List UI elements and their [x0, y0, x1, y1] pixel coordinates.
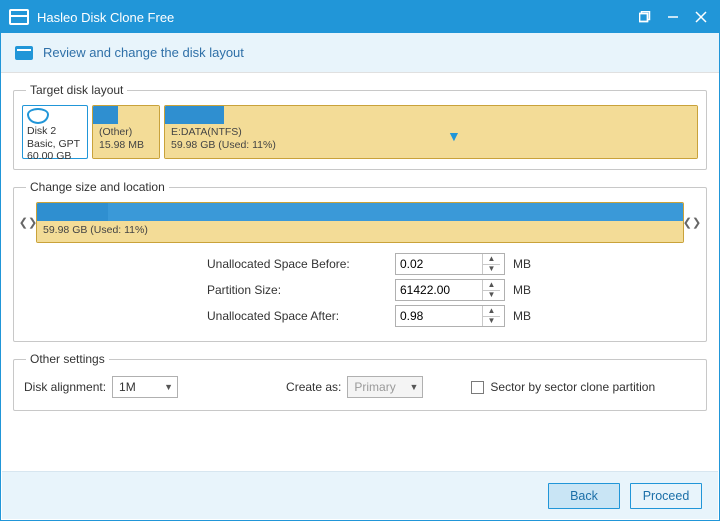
- checkbox-sector-clone[interactable]: Sector by sector clone partition: [471, 380, 655, 394]
- target-disk-layout-group: Target disk layout Disk 2 Basic, GPT 60.…: [13, 83, 707, 170]
- resize-handle-right[interactable]: ❮❯: [686, 202, 698, 243]
- disk-size: 60.00 GB: [27, 150, 83, 163]
- spinner-up-icon[interactable]: ▲: [483, 280, 500, 291]
- layout-icon: [15, 46, 33, 60]
- window-title: Hasleo Disk Clone Free: [37, 10, 631, 25]
- resize-handle-left[interactable]: ❮❯: [22, 202, 34, 243]
- partition-slider[interactable]: 59.98 GB (Used: 11%): [36, 202, 684, 243]
- input-partition-size-field[interactable]: [396, 280, 482, 300]
- change-size-group: Change size and location ❮❯ 59.98 GB (Us…: [13, 180, 707, 342]
- spinner-up-icon[interactable]: ▲: [483, 306, 500, 317]
- input-unalloc-before[interactable]: ▲▼: [395, 253, 505, 275]
- label-unalloc-before: Unallocated Space Before:: [207, 257, 387, 271]
- input-unalloc-after-field[interactable]: [396, 306, 482, 326]
- disk-name: Disk 2: [27, 125, 83, 138]
- disk-info[interactable]: Disk 2 Basic, GPT 60.00 GB: [22, 105, 88, 159]
- spinner-down-icon[interactable]: ▼: [483, 291, 500, 301]
- subheader: Review and change the disk layout: [1, 33, 719, 73]
- chevron-down-icon: ▼: [409, 382, 418, 392]
- app-icon: [9, 9, 29, 25]
- partition-label: E:DATA(NTFS): [171, 126, 691, 139]
- label-disk-alignment: Disk alignment:: [24, 380, 106, 394]
- input-partition-size[interactable]: ▲▼: [395, 279, 505, 301]
- checkbox-sector-clone-label: Sector by sector clone partition: [490, 380, 655, 394]
- other-settings-legend: Other settings: [26, 352, 109, 366]
- spinner-down-icon[interactable]: ▼: [483, 265, 500, 275]
- back-button[interactable]: Back: [548, 483, 620, 509]
- footer: Back Proceed: [2, 471, 718, 519]
- label-partition-size: Partition Size:: [207, 283, 387, 297]
- spinner-up-icon[interactable]: ▲: [483, 254, 500, 265]
- partition-size: 15.98 MB: [99, 139, 153, 152]
- restore-button[interactable]: [631, 1, 659, 33]
- input-unalloc-after[interactable]: ▲▼: [395, 305, 505, 327]
- partition-label: (Other): [99, 126, 153, 139]
- target-disk-layout-legend: Target disk layout: [26, 83, 127, 97]
- spinner-down-icon[interactable]: ▼: [483, 317, 500, 327]
- select-disk-alignment[interactable]: 1M ▼: [112, 376, 178, 398]
- pin-icon: ▼: [447, 128, 461, 144]
- subheader-text: Review and change the disk layout: [43, 45, 244, 60]
- unit-mb: MB: [513, 309, 531, 323]
- select-disk-alignment-value: 1M: [119, 380, 136, 394]
- close-button[interactable]: [687, 1, 715, 33]
- unit-mb: MB: [513, 283, 531, 297]
- titlebar: Hasleo Disk Clone Free: [1, 1, 719, 33]
- partition-other[interactable]: (Other) 15.98 MB: [92, 105, 160, 159]
- input-unalloc-before-field[interactable]: [396, 254, 482, 274]
- select-create-as: Primary ▼: [347, 376, 423, 398]
- disk-scheme: Basic, GPT: [27, 138, 83, 151]
- other-settings-group: Other settings Disk alignment: 1M ▼ Crea…: [13, 352, 707, 411]
- select-create-as-value: Primary: [354, 380, 395, 394]
- minimize-button[interactable]: [659, 1, 687, 33]
- proceed-button[interactable]: Proceed: [630, 483, 702, 509]
- label-create-as: Create as:: [286, 380, 341, 394]
- change-size-legend: Change size and location: [26, 180, 169, 194]
- checkbox-box-icon: [471, 381, 484, 394]
- partition-size: 59.98 GB (Used: 11%): [171, 139, 691, 152]
- partition-edata[interactable]: E:DATA(NTFS) 59.98 GB (Used: 11%) ▼: [164, 105, 698, 159]
- chevron-down-icon: ▼: [164, 382, 173, 392]
- slider-caption: 59.98 GB (Used: 11%): [37, 221, 683, 242]
- label-unalloc-after: Unallocated Space After:: [207, 309, 387, 323]
- hdd-icon: [27, 108, 49, 124]
- unit-mb: MB: [513, 257, 531, 271]
